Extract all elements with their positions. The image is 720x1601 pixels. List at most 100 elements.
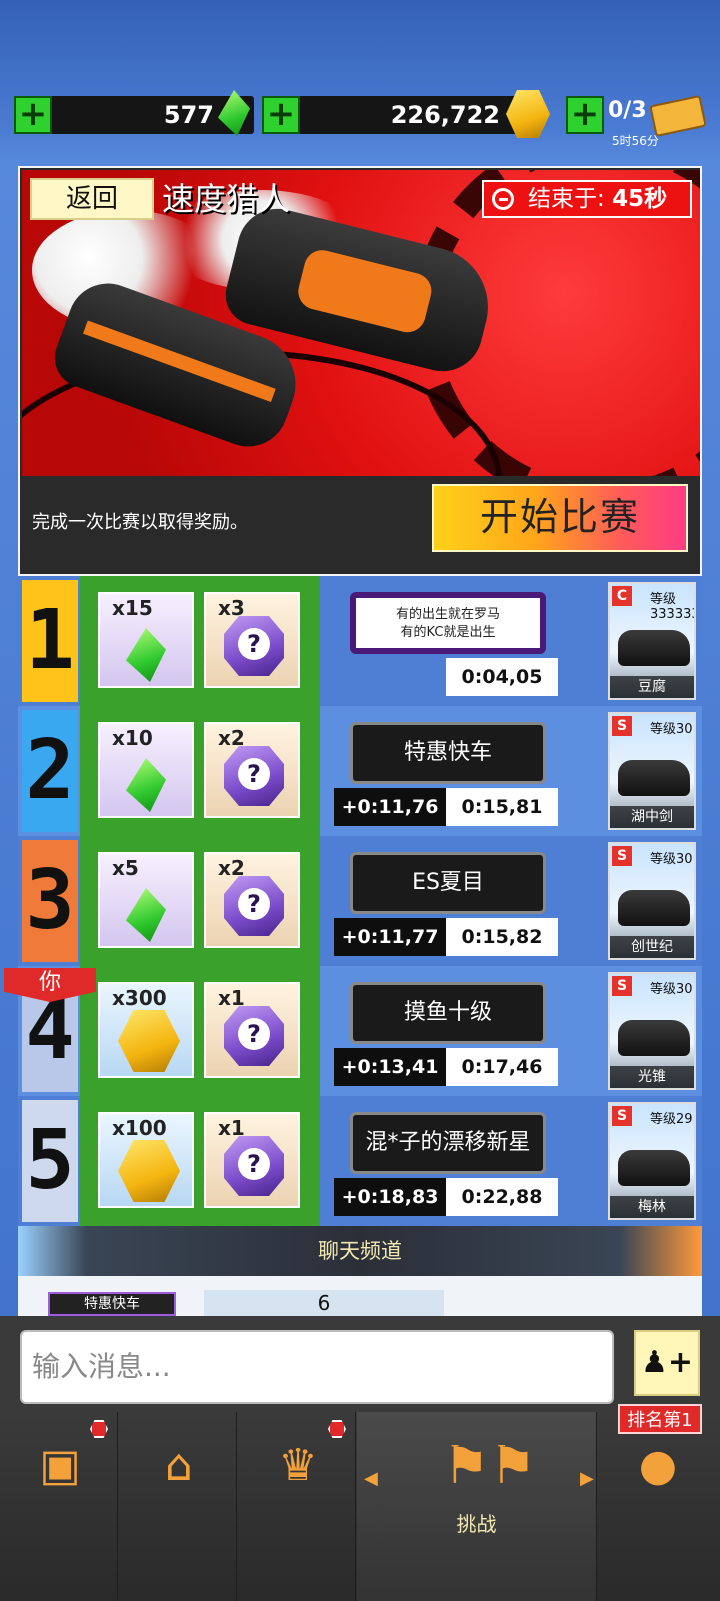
nav-left-arrow-icon[interactable]: ◀: [364, 1468, 378, 1489]
helmet-icon: ●: [638, 1440, 678, 1491]
event-description: 完成一次比赛以取得奖励。: [32, 512, 248, 533]
car-stripe: [83, 320, 276, 403]
add-gems-button[interactable]: +: [14, 96, 52, 134]
reward-count: x2: [218, 856, 245, 880]
race-time: 0:04,05: [446, 658, 558, 696]
race-time: 0:15,81: [446, 788, 558, 826]
car-image: [618, 1020, 690, 1056]
event-banner: 返回 速度猎人 结束于: 45秒: [22, 170, 700, 476]
chat-channel-header[interactable]: 聊天频道: [18, 1226, 702, 1276]
nav-trophy[interactable]: ♛: [238, 1412, 356, 1601]
reward-count: x5: [112, 856, 139, 880]
ticket-icon: [649, 94, 707, 138]
car-card[interactable]: S 等级30 光锥: [608, 972, 696, 1090]
gem-reward: x5: [98, 852, 194, 948]
car-name: 梅林: [610, 1196, 694, 1218]
car-image: [618, 630, 690, 666]
racer-info: ES夏目 +0:11,77 0:15,82 S 等级30 创世纪: [320, 836, 702, 966]
nav-challenge-label: 挑战: [456, 1512, 497, 1536]
back-button[interactable]: 返回: [30, 178, 154, 220]
nav-challenge[interactable]: ⚑⚑ 挑战: [357, 1412, 597, 1601]
rank-number: 1: [25, 593, 75, 688]
event-timer: 结束于: 45秒: [482, 180, 692, 218]
leaderboard-row[interactable]: 1 x15? x3 有的出生就在罗马 有的KC就是出生 0:04,05 C 等级333333…: [18, 576, 702, 706]
question-mark-icon: ?: [238, 888, 270, 920]
license-plate: 特惠快车: [350, 722, 546, 784]
gem-icon: [126, 888, 166, 942]
start-race-button[interactable]: 开始比赛: [432, 484, 688, 552]
event-panel: 返回 速度猎人 结束于: 45秒 完成一次比赛以取得奖励。 开始比赛: [18, 166, 702, 576]
reward-cell: x5? x2: [80, 836, 320, 966]
gem-count: 577: [163, 101, 214, 129]
racer-info: 混*子的漂移新星 +0:18,83 0:22,88 S 等级29 梅林: [320, 1096, 702, 1226]
reward-cell: x15? x3: [80, 576, 320, 706]
notification-dot: [90, 1420, 108, 1438]
trophy-icon: ♛: [278, 1440, 318, 1491]
gem-reward: x10: [98, 722, 194, 818]
license-plate: 有的出生就在罗马 有的KC就是出生: [350, 592, 546, 654]
leaderboard-row[interactable]: 3 x5? x2 ES夏目 +0:11,77 0:15,82 S 等级30 创世纪: [18, 836, 702, 966]
racer-info: 特惠快车 +0:11,76 0:15,81 S 等级30 湖中剑: [320, 706, 702, 836]
car-tier-badge: S: [612, 1106, 632, 1126]
car-level: 等级3333333: [650, 592, 694, 622]
chat-messages[interactable]: 特惠快车 6: [18, 1276, 702, 1316]
car-card[interactable]: C 等级3333333 豆腐: [608, 582, 696, 700]
gem-icon: [126, 628, 166, 682]
car-level: 等级29: [650, 1112, 693, 1127]
nav-right-arrow-icon[interactable]: ▶: [580, 1468, 594, 1489]
reward-cell: x10? x2: [80, 706, 320, 836]
add-coins-button[interactable]: +: [262, 96, 300, 134]
leaderboard-row[interactable]: 4 x300? x1 摸鱼十级 +0:13,41 0:17,46 S 等级30 光锥: [18, 966, 702, 1096]
add-friend-button[interactable]: ♟+: [634, 1330, 700, 1396]
mystery-box-reward: ? x1: [204, 982, 300, 1078]
shop-icon: ▣: [39, 1440, 81, 1491]
race-time: 0:22,88: [446, 1178, 558, 1216]
car-name: 创世纪: [610, 936, 694, 958]
ticket-timer: 5时56分: [612, 134, 659, 148]
timer-value: 45秒: [612, 186, 668, 212]
race-time: 0:17,46: [446, 1048, 558, 1086]
car-image: [618, 760, 690, 796]
car-name: 湖中剑: [610, 806, 694, 828]
ticket-count: 0/3: [608, 98, 647, 123]
race-time: 0:15,82: [446, 918, 558, 956]
bottom-nav: ▣ ⌂ ♛ ⚑⚑ 挑战 ●: [0, 1412, 720, 1601]
nav-shop[interactable]: ▣: [0, 1412, 118, 1601]
leaderboard: 1x15?x3 有的出生就在罗马 有的KC就是出生 0:04,05 C 等级333333…: [18, 576, 702, 1226]
chat-message-bubble: 6: [204, 1290, 444, 1316]
leaderboard-row[interactable]: 2 x10? x2 特惠快车 +0:11,76 0:15,81 S 等级30 湖中剑: [18, 706, 702, 836]
time-gap: +0:13,41: [334, 1048, 446, 1086]
car-tier-badge: S: [612, 976, 632, 996]
car-card[interactable]: S 等级29 梅林: [608, 1102, 696, 1220]
license-plate: 摸鱼十级: [350, 982, 546, 1044]
gem-reward: x15: [98, 592, 194, 688]
coin-icon: [118, 1140, 180, 1202]
mystery-box-reward: ? x2: [204, 852, 300, 948]
coin-reward: x300: [98, 982, 194, 1078]
car-tier-badge: C: [612, 586, 632, 606]
racer-info: 有的出生就在罗马 有的KC就是出生 0:04,05 C 等级3333333 豆腐: [320, 576, 702, 706]
car-card[interactable]: S 等级30 创世纪: [608, 842, 696, 960]
clock-icon: [492, 188, 514, 210]
mystery-box-reward: ? x2: [204, 722, 300, 818]
car-card[interactable]: S 等级30 湖中剑: [608, 712, 696, 830]
reward-cell: x300? x1: [80, 966, 320, 1096]
garage-icon: ⌂: [165, 1440, 193, 1491]
question-mark-icon: ?: [238, 1148, 270, 1180]
car-orange-roof: [294, 246, 436, 337]
car-level: 等级30: [650, 852, 693, 867]
leaderboard-row[interactable]: 5 x100? x1 混*子的漂移新星 +0:18,83 0:22,88 S 等级29 梅林: [18, 1096, 702, 1226]
reward-count: x100: [112, 1116, 167, 1140]
rank-number: 3: [25, 853, 75, 948]
license-plate: ES夏目: [350, 852, 546, 914]
add-tickets-button[interactable]: +: [566, 96, 604, 134]
coin-reward: x100: [98, 1112, 194, 1208]
nav-profile[interactable]: ●: [598, 1412, 720, 1601]
message-input[interactable]: 输入消息...: [20, 1330, 614, 1404]
coin-icon: [118, 1010, 180, 1072]
time-gap: +0:11,76: [334, 788, 446, 826]
event-title: 速度猎人: [162, 180, 291, 218]
rank-cell: 5: [22, 1100, 78, 1222]
nav-garage[interactable]: ⌂: [119, 1412, 237, 1601]
car-level: 等级30: [650, 982, 693, 997]
